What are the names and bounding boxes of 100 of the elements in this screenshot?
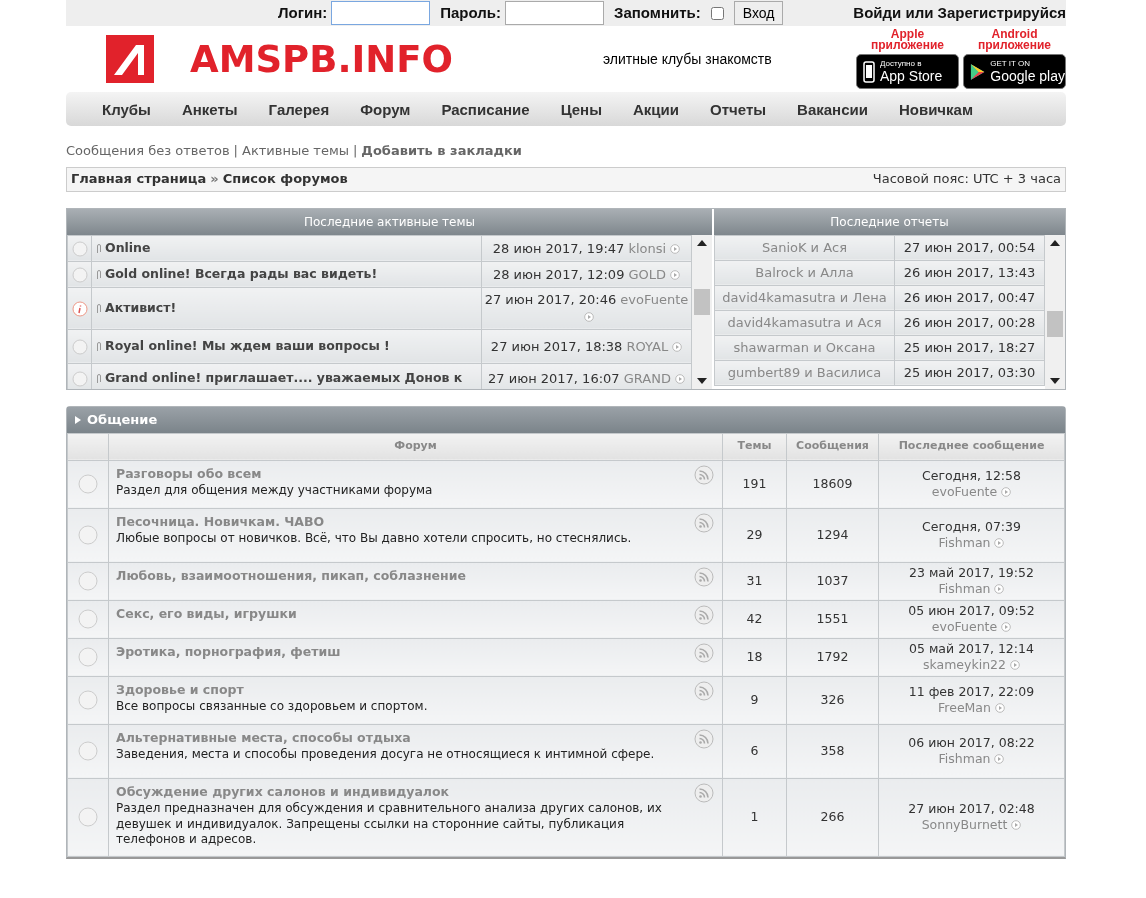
status-circle-icon: [78, 609, 98, 629]
site-name[interactable]: AMSPB.INFO: [190, 37, 453, 81]
post-count: 1037: [816, 572, 849, 588]
author-link[interactable]: klonsi: [628, 240, 667, 256]
arrow-circle-icon: [994, 754, 1005, 764]
author-link[interactable]: evoFuente: [931, 484, 998, 499]
status-circle-icon: [71, 338, 88, 355]
tagline: элитные клубы знакомств: [602, 51, 772, 67]
remember-label: Запомнить:: [614, 2, 701, 23]
topic-count: 6: [750, 742, 759, 758]
category-link[interactable]: Общение: [87, 409, 158, 430]
author-link[interactable]: Fishman: [938, 581, 991, 596]
password-label: Пароль:: [440, 2, 502, 23]
login-button[interactable]: Вход: [733, 1, 784, 25]
author-link[interactable]: Fishman: [938, 535, 991, 550]
status-circle-icon: [78, 525, 98, 545]
nav-link[interactable]: Цены: [560, 100, 602, 118]
author-link[interactable]: SonnyBurnett: [921, 817, 1008, 832]
forum-link[interactable]: Здоровье и спорт: [116, 680, 244, 700]
panel-header: Последние отчеты: [714, 208, 1065, 235]
nav-link[interactable]: Вакансии: [797, 100, 868, 118]
forum-link[interactable]: Песочница. Новичкам. ЧАВО: [116, 512, 325, 532]
topic-date: 27 июн 2017, 18:38: [490, 338, 623, 354]
quick-link[interactable]: Активные темы: [242, 141, 349, 161]
arrow-circle-icon: [994, 703, 1005, 713]
forum-description: Любые вопросы от новичков. Всё, что Вы давно хотели спросить, но стеснялись.: [116, 531, 633, 547]
remember-checkbox[interactable]: [710, 6, 724, 20]
last-post-date: 05 июн 2017, 09:52: [907, 603, 1036, 619]
nav-link[interactable]: Акции: [633, 100, 679, 118]
topic-count: 1: [750, 808, 759, 824]
store-badge[interactable]: Доступно в App Store: [856, 54, 959, 89]
author-link[interactable]: ROYAL: [626, 338, 669, 354]
register-link[interactable]: Войди или Зарегистрируйся: [853, 1, 1066, 25]
status-circle-icon: [71, 240, 88, 257]
forum-link[interactable]: Эротика, порнография, фетиш: [116, 642, 341, 662]
panel-header: Последние активные темы: [67, 208, 712, 235]
topic-count: 9: [750, 691, 759, 707]
author-link[interactable]: evoFuente: [620, 292, 689, 307]
paperclip-icon: [96, 268, 102, 281]
nav-link[interactable]: Расписание: [441, 100, 530, 118]
status-circle-icon: [78, 690, 98, 710]
column-header: Последнее сообщение: [898, 439, 1045, 453]
forum-link[interactable]: Секс, его виды, игрушки: [116, 604, 297, 624]
quick-link[interactable]: Сообщения без ответов: [66, 141, 230, 161]
topic-count: 191: [742, 475, 767, 491]
status-circle-icon: [78, 571, 98, 591]
report-date: 27 июн 2017, 00:54: [903, 239, 1036, 255]
nav-link[interactable]: Клубы: [102, 100, 151, 118]
nav-link[interactable]: Новичкам: [898, 100, 973, 118]
forum-link[interactable]: Разговоры обо всем: [116, 464, 262, 484]
paperclip-icon: [96, 242, 102, 255]
report-date: 25 июн 2017, 18:27: [903, 339, 1036, 355]
last-post-date: Сегодня, 12:58: [921, 468, 1022, 484]
topic-count: 18: [746, 648, 763, 664]
topic-link[interactable]: Активист!: [105, 300, 177, 316]
quick-link[interactable]: Добавить в закладки: [361, 141, 522, 161]
separator: |: [352, 142, 358, 160]
forum-link[interactable]: Альтернативные места, способы отдыха: [116, 728, 411, 748]
topic-count: 31: [746, 572, 763, 588]
timezone: Часовой пояс: UTC + 3 часа: [872, 170, 1061, 189]
rss-icon: [694, 604, 714, 625]
password-field[interactable]: [505, 1, 605, 25]
nav-link[interactable]: Форум: [360, 100, 411, 118]
author-link[interactable]: GOLD: [628, 266, 667, 282]
breadcrumb-link[interactable]: Главная страница: [71, 169, 207, 189]
post-count: 326: [820, 691, 845, 707]
nav-link[interactable]: Галерея: [268, 100, 330, 118]
paperclip-icon: [96, 340, 102, 353]
author-link[interactable]: skameykin22: [923, 657, 1006, 672]
post-count: 1294: [816, 526, 849, 542]
topic-date: 28 июн 2017, 12:09: [492, 266, 625, 282]
forum-link[interactable]: Обсуждение других салонов и индивидуалок: [116, 782, 450, 802]
login-label: Логин:: [278, 2, 328, 23]
arrow-circle-icon: [670, 269, 681, 280]
nav-link[interactable]: Отчеты: [710, 100, 767, 118]
store-badge[interactable]: GET IT ON Google play: [963, 54, 1066, 89]
author-link[interactable]: evoFuente: [931, 619, 998, 634]
arrow-circle-icon: [670, 243, 681, 254]
arrow-circle-icon: [1010, 660, 1020, 670]
arrow-circle-icon: [672, 341, 683, 352]
badge-caption: Доступно в: [880, 59, 923, 68]
topic-link[interactable]: Online: [105, 240, 151, 256]
last-post-date: Сегодня, 07:39: [921, 519, 1022, 535]
badge-title: App Store: [880, 68, 943, 84]
author-link[interactable]: GRAND: [623, 370, 671, 386]
arrow-circle-icon: [583, 312, 594, 322]
arrow-circle-icon: [674, 373, 685, 384]
login-field[interactable]: [331, 1, 431, 25]
rss-icon: [694, 728, 714, 749]
column-header: Темы: [737, 439, 772, 453]
post-count: 266: [820, 808, 845, 824]
arrow-circle-icon: [994, 584, 1005, 594]
nav-link[interactable]: Анкеты: [181, 100, 238, 118]
author-link[interactable]: Fishman: [938, 751, 991, 766]
separator: |: [233, 142, 238, 160]
rss-icon: [694, 642, 714, 663]
status-circle-icon: [71, 266, 88, 283]
phone-icon: [863, 60, 875, 83]
breadcrumb-link[interactable]: Список форумов: [222, 169, 348, 189]
author-link[interactable]: FreeMan: [938, 700, 991, 715]
